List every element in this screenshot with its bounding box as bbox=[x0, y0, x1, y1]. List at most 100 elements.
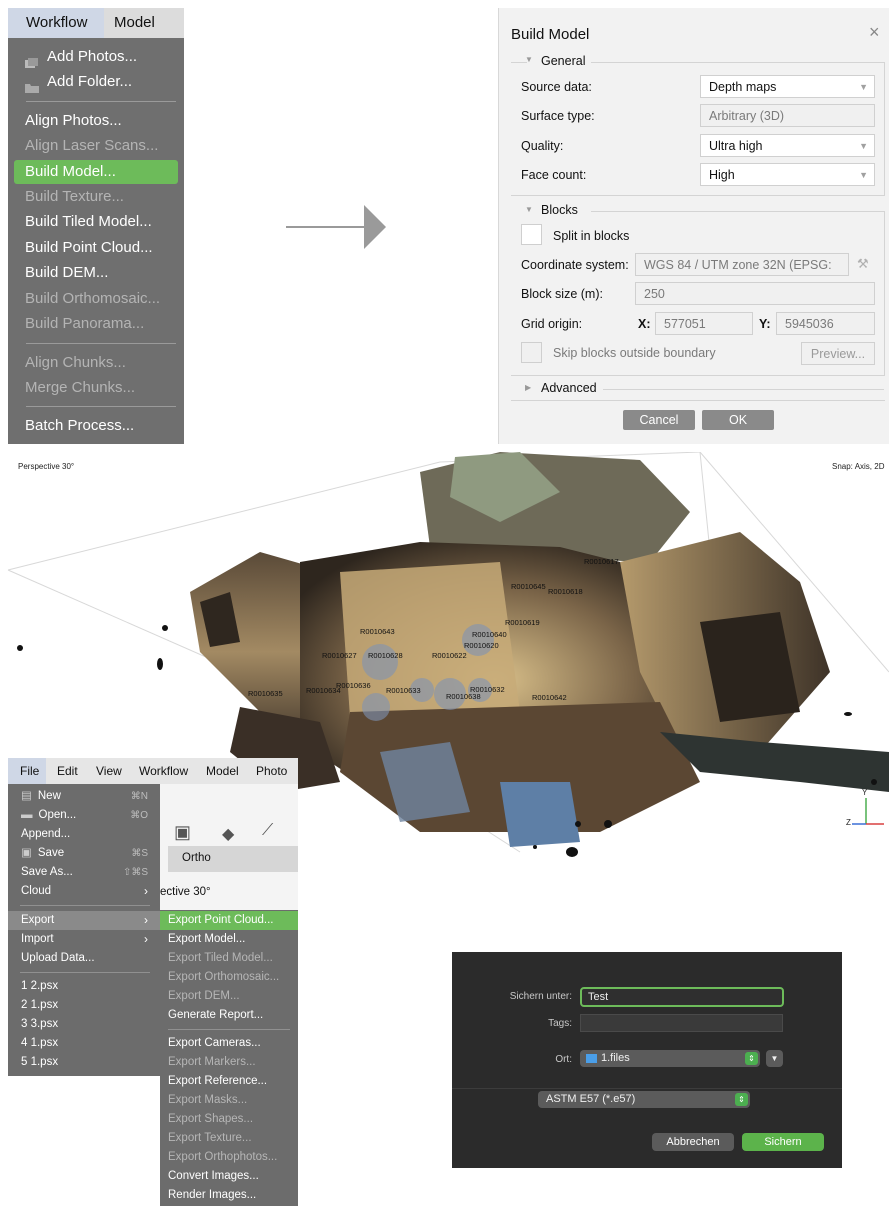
menu-item-render-images[interactable]: Render Images... bbox=[160, 1186, 298, 1205]
cancel-button[interactable]: Cancel bbox=[623, 410, 695, 430]
menu-item-add-photos[interactable]: Add Photos... bbox=[14, 45, 178, 69]
menu-item-convert-images[interactable]: Convert Images... bbox=[160, 1167, 298, 1186]
settings-icon: ⚒ bbox=[857, 256, 869, 271]
file-format-select[interactable]: ASTM E57 (*.e57) ⇕ bbox=[538, 1091, 750, 1108]
select-value: WGS 84 / UTM zone 32N (EPSG: bbox=[644, 258, 832, 272]
tab-ortho[interactable]: Ortho bbox=[168, 846, 298, 872]
menu-item-cloud[interactable]: Cloud › bbox=[8, 882, 160, 901]
group-border bbox=[884, 211, 885, 375]
menu-item-export-texture: Export Texture... bbox=[168, 1132, 252, 1144]
collapse-arrow-icon[interactable]: ▼ bbox=[525, 205, 533, 214]
menu-item-export-model[interactable]: Export Model... bbox=[160, 930, 298, 949]
camera-label[interactable]: R0010643 bbox=[360, 627, 395, 636]
menu-item-recent-file[interactable]: 3 3.psx bbox=[8, 1015, 160, 1034]
camera-label[interactable]: R0010636 bbox=[336, 681, 371, 690]
menu-item-add-folder[interactable]: Add Folder... bbox=[14, 70, 178, 94]
menu-item-export[interactable]: Export › bbox=[8, 911, 160, 930]
advanced-section-title[interactable]: Advanced bbox=[541, 381, 597, 395]
camera-label[interactable]: R0010627 bbox=[322, 651, 357, 660]
ok-button[interactable]: OK bbox=[702, 410, 774, 430]
menu-item-export-cameras[interactable]: Export Cameras... bbox=[160, 1034, 298, 1053]
menu-item-recent-file[interactable]: 5 1.psx bbox=[8, 1053, 160, 1072]
camera-label[interactable]: R0010638 bbox=[446, 692, 481, 701]
menu-item-import[interactable]: Import › bbox=[8, 930, 160, 949]
camera-label[interactable]: R0010628 bbox=[368, 651, 403, 660]
menubar-file[interactable]: File bbox=[8, 758, 46, 784]
face-count-label: Face count: bbox=[521, 168, 587, 182]
cancel-button[interactable]: Abbrechen bbox=[652, 1133, 734, 1151]
save-icon: ▣ bbox=[21, 847, 32, 859]
collapse-arrow-icon[interactable]: ▼ bbox=[525, 55, 533, 64]
menu-item-build-dem[interactable]: Build DEM... bbox=[14, 261, 178, 285]
menu-item-save[interactable]: ▣ Save ⌘S bbox=[8, 844, 160, 863]
tags-input[interactable] bbox=[580, 1014, 783, 1032]
select-value: 1.files bbox=[601, 1052, 630, 1064]
tab-ortho-label: Ortho bbox=[182, 852, 211, 864]
quality-select[interactable]: Ultra high ▼ bbox=[700, 134, 875, 157]
menu-item-upload-data[interactable]: Upload Data... bbox=[8, 949, 160, 968]
camera-label[interactable]: R0010619 bbox=[505, 618, 540, 627]
menubar-workflow[interactable]: Workflow bbox=[139, 758, 188, 784]
camera-label[interactable]: R0010642 bbox=[532, 693, 567, 702]
camera-label[interactable]: R0010645 bbox=[511, 582, 546, 591]
save-as-input[interactable]: Test bbox=[580, 987, 784, 1007]
select-value: Arbitrary (3D) bbox=[709, 109, 785, 123]
close-icon[interactable]: × bbox=[869, 22, 880, 43]
axis-z-label: Z bbox=[846, 818, 851, 827]
surface-type-select: Arbitrary (3D) bbox=[700, 104, 875, 127]
camera-label[interactable]: R0010640 bbox=[472, 630, 507, 639]
quality-label: Quality: bbox=[521, 139, 564, 153]
menu-item-append[interactable]: Append... bbox=[8, 825, 160, 844]
select-region-icon[interactable]: ▣ bbox=[174, 822, 191, 843]
menu-item-generate-report[interactable]: Generate Report... bbox=[160, 1006, 298, 1025]
menu-separator bbox=[26, 101, 176, 102]
menu-item-label: Save bbox=[37, 847, 65, 859]
menubar-model[interactable]: Model bbox=[114, 8, 155, 38]
menu-item-save-as[interactable]: Save As... ⇧⌘S bbox=[8, 863, 160, 882]
shape-tool-icon[interactable]: ◆ bbox=[222, 824, 234, 844]
menu-item-build-point-cloud[interactable]: Build Point Cloud... bbox=[14, 236, 178, 260]
menu-item-export-masks: Export Masks... bbox=[168, 1094, 248, 1106]
folder-icon bbox=[586, 1053, 597, 1063]
camera-label[interactable]: R0010618 bbox=[548, 587, 583, 596]
menubar-photo[interactable]: Photo bbox=[256, 758, 287, 784]
menu-item-build-model[interactable]: Build Model... bbox=[14, 160, 178, 184]
location-select[interactable]: 1.files ⇕ bbox=[580, 1050, 760, 1067]
save-button[interactable]: Sichern bbox=[742, 1133, 824, 1151]
menu-item-recent-file[interactable]: 2 1.psx bbox=[8, 996, 160, 1015]
face-count-select[interactable]: High ▼ bbox=[700, 163, 875, 186]
split-in-blocks-checkbox[interactable] bbox=[521, 224, 542, 245]
photos-icon bbox=[25, 52, 39, 69]
submenu-arrow-icon: › bbox=[144, 884, 148, 898]
menu-item-export-point-cloud[interactable]: Export Point Cloud... bbox=[160, 911, 298, 930]
perspective-label: Perspective 30° bbox=[18, 462, 75, 471]
ruler-tool-icon[interactable]: ⟋ bbox=[262, 822, 273, 840]
menu-item-open[interactable]: ▬ Open... ⌘O bbox=[8, 806, 160, 825]
menu-item-merge-chunks: Merge Chunks... bbox=[25, 379, 136, 396]
menu-item-align-chunks: Align Chunks... bbox=[25, 354, 126, 371]
camera-label[interactable]: R0010622 bbox=[432, 651, 467, 660]
menubar-workflow[interactable]: Workflow bbox=[8, 8, 104, 38]
expand-dialog-button[interactable]: ▼ bbox=[766, 1050, 783, 1067]
source-data-select[interactable]: Depth maps ▼ bbox=[700, 75, 875, 98]
camera-label[interactable]: R0010635 bbox=[248, 689, 283, 698]
menubar-edit[interactable]: Edit bbox=[57, 758, 78, 784]
menu-item-recent-file[interactable]: 4 1.psx bbox=[8, 1034, 160, 1053]
menu-item-batch-process[interactable]: Batch Process... bbox=[14, 414, 178, 438]
menu-item-export-reference[interactable]: Export Reference... bbox=[160, 1072, 298, 1091]
menubar-model[interactable]: Model bbox=[206, 758, 239, 784]
menu-item-build-tiled-model[interactable]: Build Tiled Model... bbox=[14, 210, 178, 234]
camera-label[interactable]: R0010620 bbox=[464, 641, 499, 650]
menu-item-export-orthophotos: Export Orthophotos... bbox=[168, 1151, 278, 1163]
location-label: Ort: bbox=[555, 1054, 572, 1065]
menu-item-new[interactable]: ▤ New ⌘N bbox=[8, 787, 160, 806]
menu-item-export-orthomosaic: Export Orthomosaic... bbox=[168, 971, 280, 983]
camera-label[interactable]: R0010634 bbox=[306, 686, 341, 695]
menu-item-recent-file[interactable]: 1 2.psx bbox=[8, 977, 160, 996]
menubar-view[interactable]: View bbox=[96, 758, 122, 784]
menu-item-align-photos[interactable]: Align Photos... bbox=[14, 109, 178, 133]
camera-label[interactable]: R0010633 bbox=[386, 686, 421, 695]
expand-arrow-icon[interactable]: ▶ bbox=[525, 383, 531, 392]
split-in-blocks-label: Split in blocks bbox=[553, 229, 630, 243]
camera-label[interactable]: R0010617 bbox=[584, 557, 619, 566]
